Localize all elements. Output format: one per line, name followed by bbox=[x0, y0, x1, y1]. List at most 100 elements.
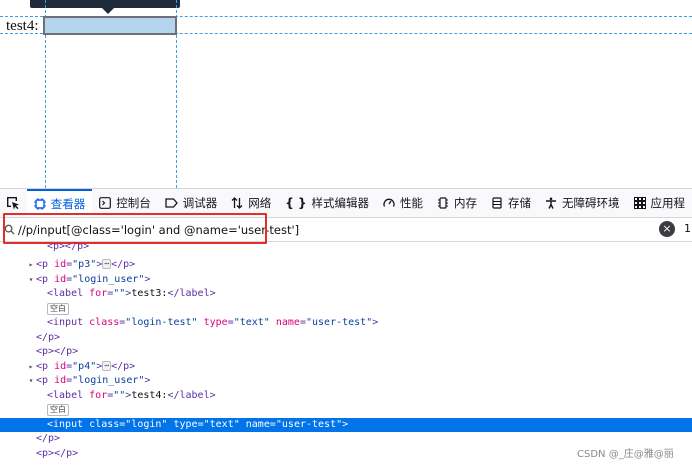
attribute-name: id bbox=[54, 361, 67, 372]
attribute-name: name bbox=[275, 317, 300, 328]
tab-label: 网络 bbox=[248, 196, 272, 210]
tag-text: <p></p> bbox=[47, 241, 90, 252]
attribute-name: name bbox=[245, 419, 270, 430]
collapsed-children-icon[interactable]: ⋯ bbox=[102, 361, 112, 371]
attribute-name: type bbox=[173, 419, 198, 430]
attribute-name: for bbox=[89, 288, 108, 299]
markup-node-row[interactable]: ▾ <p id="login_user"> bbox=[0, 273, 692, 287]
attribute-name: id bbox=[54, 274, 67, 285]
inspector-icon bbox=[33, 198, 46, 210]
attribute-value: "user-test" bbox=[305, 317, 373, 328]
search-result-count: 1 bbox=[684, 222, 691, 235]
tab-inspector[interactable]: 查看器 bbox=[26, 189, 93, 217]
markup-search-bar bbox=[0, 218, 692, 242]
tab-accessibility[interactable]: 无障碍环境 bbox=[538, 189, 627, 217]
memory-icon bbox=[437, 197, 449, 209]
tag-close: > bbox=[144, 274, 151, 285]
attribute-value: "" bbox=[113, 390, 126, 401]
markup-node-row[interactable]: <p></p> bbox=[0, 345, 692, 359]
node-tooltip bbox=[30, 0, 180, 8]
attribute-value: "login-test" bbox=[125, 317, 198, 328]
search-input[interactable] bbox=[18, 219, 638, 240]
expand-twisty-icon[interactable]: ▸ bbox=[26, 258, 36, 272]
collapse-twisty-icon[interactable]: ▾ bbox=[26, 374, 36, 388]
tag-close: > bbox=[144, 375, 151, 386]
markup-node-row[interactable]: <label for="">test3:</label> bbox=[0, 287, 692, 301]
tag-end: </p> bbox=[111, 259, 136, 270]
tag-close: > bbox=[372, 317, 379, 328]
whitespace-badge: 空白 bbox=[47, 404, 69, 416]
element-picker-icon bbox=[7, 197, 20, 210]
markup-node-row[interactable]: ▸ <p id="p3"> ⋯ </p> bbox=[0, 258, 692, 272]
network-icon bbox=[231, 197, 243, 209]
expand-twisty-icon[interactable]: ▸ bbox=[26, 360, 36, 374]
clear-search-icon[interactable]: × bbox=[659, 221, 675, 237]
attribute-value: "login_user" bbox=[72, 375, 145, 386]
markup-node-row[interactable]: ▾ <p id="login_user"> bbox=[0, 374, 692, 388]
tab-label: 应用程 bbox=[650, 196, 686, 210]
attribute-name: for bbox=[89, 390, 108, 401]
attribute-value: "login" bbox=[125, 419, 168, 430]
markup-node-row[interactable]: <input class="login-test" type="text" na… bbox=[0, 316, 692, 330]
markup-node-row[interactable]: 空白 bbox=[0, 302, 692, 316]
markup-node-row[interactable]: </p> bbox=[0, 432, 692, 446]
attribute-value: "text" bbox=[203, 419, 240, 430]
tab-style-editor[interactable]: { } 样式编辑器 bbox=[278, 189, 376, 217]
tag-end: </p> bbox=[111, 361, 136, 372]
tag-open: <p bbox=[36, 274, 49, 285]
page-preview: test4: bbox=[0, 0, 692, 188]
attribute-value: "text" bbox=[233, 317, 270, 328]
tab-label: 无障碍环境 bbox=[562, 196, 620, 210]
highlighted-input-box[interactable] bbox=[43, 16, 177, 35]
tag-end: </label> bbox=[167, 390, 216, 401]
storage-icon bbox=[491, 197, 503, 209]
attribute-name: type bbox=[203, 317, 228, 328]
tab-label: 内存 bbox=[454, 196, 477, 210]
tab-debugger[interactable]: 调试器 bbox=[158, 189, 225, 217]
attribute-name: id bbox=[54, 259, 67, 270]
tab-label: 调试器 bbox=[182, 196, 218, 210]
tag-open: <input bbox=[47, 419, 84, 430]
markup-node-row[interactable]: <p></p> bbox=[0, 240, 692, 254]
attribute-value: "p4" bbox=[72, 361, 97, 372]
tab-label: 性能 bbox=[400, 196, 423, 210]
tab-memory[interactable]: 内存 bbox=[430, 189, 484, 217]
element-picker-button[interactable] bbox=[0, 189, 27, 217]
debugger-icon bbox=[165, 197, 178, 209]
tab-label: 样式编辑器 bbox=[311, 196, 370, 210]
attribute-name: id bbox=[54, 375, 67, 386]
watermark: CSDN @_庄@雅@丽 bbox=[577, 449, 674, 460]
console-icon bbox=[99, 197, 112, 209]
attribute-name: class bbox=[89, 419, 120, 430]
tab-console[interactable]: 控制台 bbox=[92, 189, 158, 217]
attribute-name: class bbox=[89, 317, 120, 328]
text-node: test4: bbox=[131, 390, 168, 401]
tab-storage[interactable]: 存储 bbox=[484, 189, 538, 217]
markup-node-row[interactable]: </p> bbox=[0, 331, 692, 345]
style-editor-icon: { } bbox=[285, 196, 307, 210]
node-tooltip-arrow bbox=[102, 8, 114, 14]
tag-open: <p bbox=[36, 361, 49, 372]
markup-node-row[interactable]: ▸ <p id="p4"> ⋯ </p> bbox=[0, 360, 692, 374]
selected-node-row[interactable]: <input class="login" type="text" name="u… bbox=[0, 418, 692, 432]
performance-icon bbox=[383, 197, 395, 209]
tab-network[interactable]: 网络 bbox=[224, 189, 278, 217]
collapsed-children-icon[interactable]: ⋯ bbox=[102, 259, 112, 269]
markup-node-row[interactable]: 空白 bbox=[0, 403, 692, 417]
tag-open: <p bbox=[36, 448, 49, 459]
tag-open: <p bbox=[36, 375, 49, 386]
tab-application[interactable]: 应用程 bbox=[627, 189, 692, 217]
tag-end: </label> bbox=[167, 288, 216, 299]
search-icon bbox=[0, 224, 18, 235]
attribute-value: "login_user" bbox=[72, 274, 145, 285]
tab-performance[interactable]: 性能 bbox=[376, 189, 430, 217]
markup-node-row[interactable]: <label for="">test4:</label> bbox=[0, 389, 692, 403]
whitespace-badge: 空白 bbox=[47, 303, 69, 315]
tag-open: <p bbox=[36, 346, 49, 357]
markup-tree: <p></p> ▸ <p id="p3"> ⋯ </p> ▾ <p id="login_us… bbox=[0, 240, 692, 465]
collapse-twisty-icon[interactable]: ▾ bbox=[26, 273, 36, 287]
tag-end: </p> bbox=[36, 332, 61, 343]
tag-open: <label bbox=[47, 288, 84, 299]
accessibility-icon bbox=[545, 197, 557, 209]
tab-label: 控制台 bbox=[116, 196, 151, 210]
